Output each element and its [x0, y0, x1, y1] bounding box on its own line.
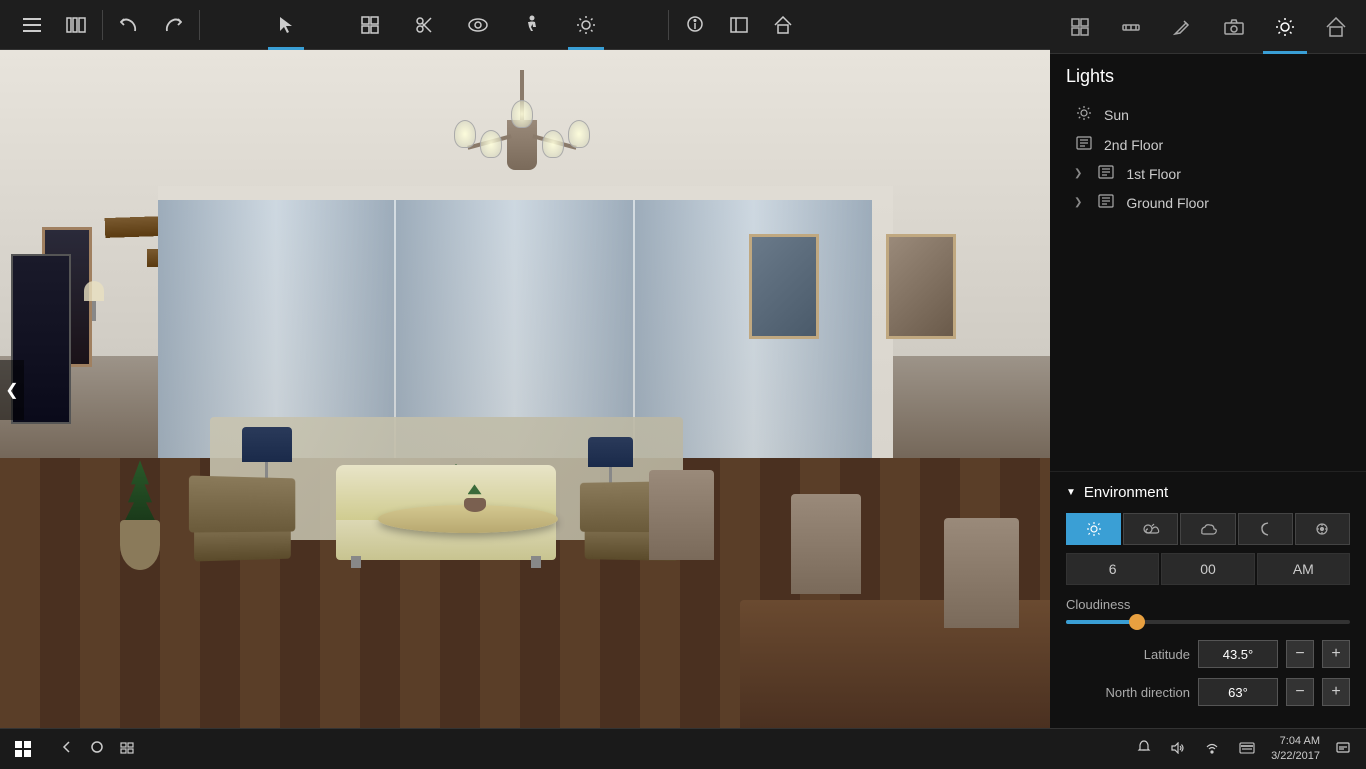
panel-edit-icon[interactable] [1157, 0, 1208, 54]
2nd-floor-label: 2nd Floor [1104, 137, 1163, 153]
taskbar-notification-icon[interactable] [1133, 740, 1155, 757]
environment-header[interactable]: ▼ Environment [1066, 484, 1350, 501]
weather-custom-btn[interactable] [1295, 513, 1350, 545]
expand-icon[interactable] [717, 0, 761, 50]
taskbar-right: 7:04 AM 3/22/2017 [1133, 734, 1366, 763]
cloudiness-label: Cloudiness [1066, 597, 1350, 612]
left-chevron-icon: ❮ [5, 380, 18, 400]
time-hour[interactable]: 6 [1066, 553, 1159, 585]
taskbar-datetime[interactable]: 7:04 AM 3/22/2017 [1271, 734, 1320, 763]
light-item-ground-floor[interactable]: ❯ Ground Floor [1066, 188, 1350, 217]
plant-large [105, 460, 175, 580]
lights-section: Lights Sun 2nd Floor [1050, 54, 1366, 229]
light-item-sun[interactable]: Sun [1066, 99, 1350, 130]
north-direction-row: North direction − + [1066, 678, 1350, 706]
grid-tool-icon[interactable] [348, 0, 392, 50]
start-button[interactable] [0, 729, 46, 769]
home-view-icon[interactable] [761, 0, 805, 50]
north-direction-input[interactable] [1198, 678, 1278, 706]
sun-light-icon [1074, 105, 1094, 124]
dining-chair-1 [944, 518, 1019, 628]
latitude-label: Latitude [1066, 647, 1190, 662]
panel-toolbar [1050, 0, 1366, 54]
light-tool-icon[interactable] [564, 0, 608, 50]
environment-section: ▼ Environment [1050, 471, 1366, 728]
taskbar-action-center-icon[interactable] [1332, 741, 1354, 757]
taskbar-keyboard-icon[interactable] [1235, 741, 1259, 757]
cloudiness-fill [1066, 620, 1137, 624]
info-icon[interactable] [673, 0, 717, 50]
weather-night-btn[interactable] [1238, 513, 1293, 545]
ground-floor-chevron: ❯ [1074, 197, 1082, 208]
separator [102, 10, 103, 40]
walk-tool-icon[interactable] [510, 0, 554, 50]
scissors-tool-icon[interactable] [402, 0, 446, 50]
floor-light-icon-1 [1096, 165, 1116, 182]
undo-icon[interactable] [107, 0, 151, 50]
right-panel: Lights Sun 2nd Floor [1050, 0, 1366, 728]
taskbar-windows-icon[interactable] [116, 741, 138, 757]
top-toolbar [0, 0, 1050, 50]
panel-build-icon[interactable] [1054, 0, 1105, 54]
lights-spacer [1050, 229, 1366, 471]
time-period[interactable]: AM [1257, 553, 1350, 585]
dining-chair-3 [649, 470, 714, 560]
panel-measure-icon[interactable] [1105, 0, 1156, 54]
latitude-input[interactable] [1198, 640, 1278, 668]
taskbar-circle-icon[interactable] [86, 740, 108, 757]
weather-buttons [1066, 513, 1350, 545]
light-item-2nd-floor[interactable]: 2nd Floor [1066, 130, 1350, 159]
ground-floor-label: Ground Floor [1126, 195, 1208, 211]
light-item-1st-floor[interactable]: ❯ 1st Floor [1066, 159, 1350, 188]
time-minute[interactable]: 00 [1161, 553, 1254, 585]
taskbar-time-text: 7:04 AM [1271, 734, 1320, 748]
taskbar-icons [46, 740, 148, 757]
table-plant [462, 484, 487, 512]
latitude-increase-btn[interactable]: + [1322, 640, 1350, 668]
1st-floor-label: 1st Floor [1126, 166, 1180, 182]
env-collapse-icon: ▼ [1066, 487, 1076, 498]
north-increase-btn[interactable]: + [1322, 678, 1350, 706]
view-tool-icon[interactable] [456, 0, 500, 50]
panel-light-icon[interactable] [1259, 0, 1310, 54]
weather-cloudy-btn[interactable] [1180, 513, 1235, 545]
latitude-row: Latitude − + [1066, 640, 1350, 668]
taskbar-date-text: 3/22/2017 [1271, 749, 1320, 763]
redo-icon[interactable] [151, 0, 195, 50]
cloudiness-slider[interactable] [1066, 620, 1350, 624]
sun-label: Sun [1104, 107, 1129, 123]
time-row: 6 00 AM [1066, 553, 1350, 585]
weather-clear-btn[interactable] [1066, 513, 1121, 545]
1st-floor-chevron: ❯ [1074, 168, 1082, 179]
floor-light-icon-g [1096, 194, 1116, 211]
wall-sconce [84, 281, 104, 321]
north-decrease-btn[interactable]: − [1286, 678, 1314, 706]
library-icon[interactable] [54, 0, 98, 50]
menu-icon[interactable] [10, 0, 54, 50]
panel-camera-icon[interactable] [1208, 0, 1259, 54]
separator-2 [199, 10, 200, 40]
separator-3 [668, 10, 669, 40]
environment-title: Environment [1084, 484, 1168, 501]
left-nav-arrow[interactable]: ❮ [0, 360, 24, 420]
latitude-decrease-btn[interactable]: − [1286, 640, 1314, 668]
select-tool-icon[interactable] [264, 0, 308, 50]
north-direction-label: North direction [1066, 685, 1190, 700]
taskbar-back-icon[interactable] [56, 740, 78, 757]
armchair-left [189, 473, 295, 561]
wall-art-right-1 [749, 234, 819, 339]
viewport[interactable]: ❮ [0, 50, 1050, 730]
dining-chair-2 [791, 494, 861, 594]
cloudiness-thumb[interactable] [1129, 614, 1145, 630]
wall-art-right-2 [886, 234, 956, 339]
taskbar-network-icon[interactable] [1201, 741, 1223, 757]
panel-home-icon[interactable] [1311, 0, 1362, 54]
lights-title: Lights [1066, 66, 1350, 87]
taskbar: 7:04 AM 3/22/2017 [0, 728, 1366, 768]
weather-partly-cloudy-btn[interactable] [1123, 513, 1178, 545]
taskbar-volume-icon[interactable] [1167, 741, 1189, 757]
floor-light-icon-2 [1074, 136, 1094, 153]
